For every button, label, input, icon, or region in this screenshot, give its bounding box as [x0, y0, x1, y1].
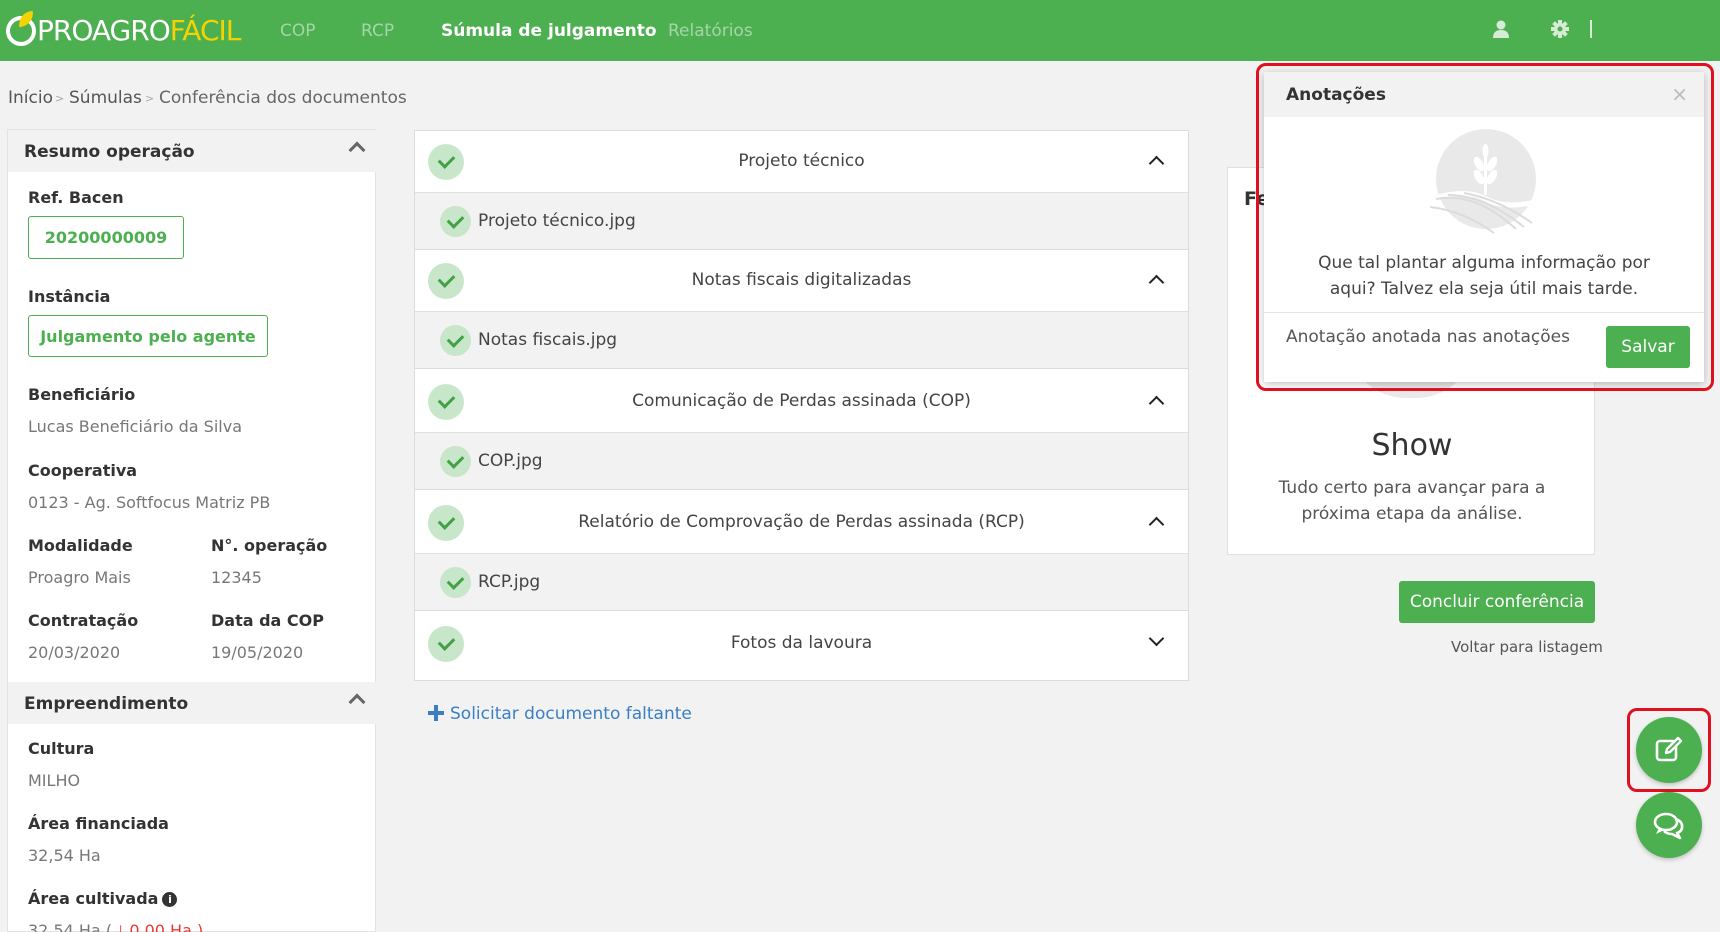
area-financiada-value: 32,54 Ha: [28, 846, 101, 865]
contratacao-label: Contratação: [28, 611, 139, 630]
doc-title: Relatório de Comprovação de Perdas assin…: [578, 512, 1025, 532]
area-cultivada-label: Área cultivada i: [28, 889, 178, 908]
doc-title: Projeto técnico: [738, 151, 865, 171]
chat-icon: [1653, 812, 1684, 840]
breadcrumb-sumulas[interactable]: Súmulas: [69, 88, 142, 108]
doc-file-name[interactable]: Projeto técnico.jpg: [478, 211, 636, 231]
modalidade-label: Modalidade: [28, 536, 133, 555]
doc-file-name[interactable]: Notas fiscais.jpg: [478, 330, 617, 350]
logo-text: PROAGRO: [37, 14, 171, 47]
nav-rcp[interactable]: RCP: [361, 0, 394, 61]
doc-title: Comunicação de Perdas assinada (COP): [632, 391, 971, 411]
conclude-review-button[interactable]: Concluir conferência: [1399, 581, 1595, 623]
resumo-section-header[interactable]: Resumo operação: [8, 130, 377, 172]
plus-icon: [428, 705, 444, 721]
proagro-facil-logo[interactable]: PROAGROFÁCIL: [6, 14, 242, 48]
resumo-title: Resumo operação: [24, 142, 195, 162]
doc-file-row[interactable]: Notas fiscais.jpg: [415, 312, 1188, 369]
doc-file-row[interactable]: COP.jpg: [415, 433, 1188, 490]
area-cultivada-label-text: Área cultivada: [28, 889, 159, 908]
empreendimento-section-header[interactable]: Empreendimento: [8, 682, 377, 724]
cooperativa-value: 0123 - Ag. Softfocus Matriz PB: [28, 493, 271, 512]
doc-title: Notas fiscais digitalizadas: [691, 270, 912, 290]
doc-file-row[interactable]: RCP.jpg: [415, 554, 1188, 611]
chevron-up-icon[interactable]: [348, 141, 366, 159]
highlight-annotations-popover: [1256, 63, 1714, 391]
ref-bacen-label: Ref. Bacen: [28, 188, 124, 207]
doc-file-row[interactable]: Projeto técnico.jpg: [415, 193, 1188, 250]
breadcrumb-separator: >: [145, 92, 155, 105]
user-icon[interactable]: [1490, 18, 1512, 40]
area-cultivada-text: 32,54 Ha (: [28, 921, 113, 932]
request-missing-label: Solicitar documento faltante: [450, 704, 692, 724]
cultura-value: MILHO: [28, 771, 81, 790]
top-navbar: PROAGROFÁCIL COP RCP Súmula de julgament…: [0, 0, 1720, 61]
check-icon: [440, 206, 471, 237]
empreendimento-title: Empreendimento: [24, 694, 189, 714]
area-financiada-label: Área financiada: [28, 814, 169, 833]
breadcrumb-inicio[interactable]: Início: [8, 88, 53, 108]
down-arrow-icon: ⤓: [117, 921, 125, 932]
contratacao-value: 20/03/2020: [28, 643, 121, 662]
breadcrumb-current: Conferência dos documentos: [159, 88, 407, 108]
nav-cop[interactable]: COP: [280, 0, 316, 61]
doc-header-cop[interactable]: Comunicação de Perdas assinada (COP): [415, 371, 1188, 433]
doc-header-fotos-lavoura[interactable]: Fotos da lavoura: [415, 613, 1188, 675]
operation-summary-panel: Resumo operação Ref. Bacen 20200000009 I…: [7, 129, 377, 932]
ref-bacen-badge: 20200000009: [28, 216, 184, 259]
cooperativa-label: Cooperativa: [28, 461, 138, 480]
operacao-value: 12345: [211, 568, 262, 587]
beneficiario-value: Lucas Beneficiário da Silva: [28, 417, 242, 436]
doc-title: Fotos da lavoura: [730, 633, 873, 653]
doc-file-name[interactable]: RCP.jpg: [478, 572, 540, 592]
area-cultivada-diff: 0,00 Ha ): [129, 921, 204, 932]
doc-header-notas-fiscais[interactable]: Notas fiscais digitalizadas: [415, 250, 1188, 312]
nav-relatorios[interactable]: Relatórios: [668, 0, 753, 61]
navbar-separator: [1590, 20, 1592, 38]
doc-header-rcp[interactable]: Relatório de Comprovação de Perdas assin…: [415, 492, 1188, 554]
check-icon: [440, 325, 471, 356]
result-description: Tudo certo para avançar para a próxima e…: [1278, 478, 1546, 524]
nav-sumula[interactable]: Súmula de julgamento: [441, 0, 657, 61]
request-missing-document-link[interactable]: Solicitar documento faltante: [428, 704, 692, 724]
info-icon[interactable]: i: [162, 892, 178, 907]
instancia-badge: Julgamento pelo agente: [28, 315, 268, 357]
back-to-list-link[interactable]: Voltar para listagem: [1451, 638, 1603, 656]
data-cop-label: Data da COP: [211, 611, 324, 630]
check-icon: [440, 567, 471, 598]
breadcrumb-separator: >: [55, 92, 65, 105]
operacao-label: N°. operação: [211, 536, 328, 555]
chat-fab-button[interactable]: [1636, 792, 1702, 858]
modalidade-value: Proagro Mais: [28, 568, 131, 587]
doc-header-projeto-tecnico[interactable]: Projeto técnico: [415, 131, 1188, 193]
documents-accordion: Projeto técnico Projeto técnico.jpg Nota…: [414, 130, 1189, 681]
instancia-label: Instância: [28, 287, 111, 306]
highlight-annotations-fab: [1627, 708, 1711, 792]
doc-file-name[interactable]: COP.jpg: [478, 451, 543, 471]
chevron-up-icon[interactable]: [348, 693, 366, 711]
logo-mark-icon: [6, 16, 36, 46]
area-cultivada-value: 32,54 Ha ( ⤓ 0,00 Ha ): [28, 921, 203, 932]
result-title: Show: [1371, 428, 1453, 463]
data-cop-value: 19/05/2020: [211, 643, 304, 662]
cultura-label: Cultura: [28, 739, 95, 758]
gear-icon[interactable]: [1549, 18, 1571, 40]
check-icon: [440, 446, 471, 477]
logo-text-highlight: FÁCIL: [169, 14, 242, 47]
beneficiario-label: Beneficiário: [28, 385, 136, 404]
